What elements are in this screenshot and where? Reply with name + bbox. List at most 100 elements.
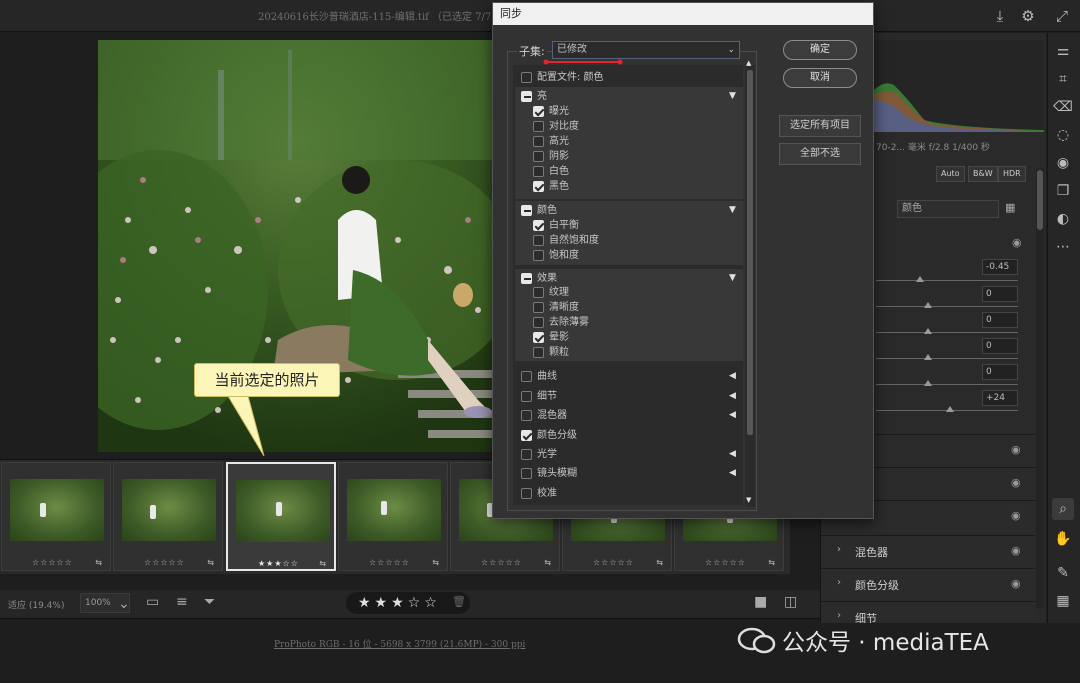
gear-icon[interactable]: ⚙ — [1018, 6, 1038, 26]
contrast-slider[interactable] — [876, 300, 1018, 312]
scroll-down-icon[interactable]: ▼ — [746, 496, 751, 504]
color-sampler-icon[interactable]: ✎ — [1052, 562, 1074, 584]
panel-scrollbar-thumb[interactable] — [1037, 170, 1043, 230]
profile-row[interactable]: 配置文件: 颜色 — [521, 70, 721, 85]
eye-icon[interactable]: ◉ — [1011, 509, 1021, 522]
calibration-checkbox[interactable] — [521, 488, 532, 499]
select-none-button[interactable]: 全部不选 — [779, 143, 861, 165]
blacks-slider[interactable] — [876, 404, 1018, 416]
masking-icon[interactable]: ◌ — [1052, 124, 1074, 146]
red-eye-icon[interactable]: ◉ — [1052, 152, 1074, 174]
download-icon[interactable]: ⤓ — [990, 6, 1010, 26]
filter-icon[interactable]: ⏷ — [204, 594, 215, 610]
filmstrip-thumb[interactable]: ☆☆☆☆☆ ⇆ — [113, 462, 223, 571]
optics-checkbox[interactable] — [521, 449, 532, 460]
eye-icon[interactable]: ◉ — [1011, 476, 1021, 489]
detail-checkbox[interactable] — [521, 391, 532, 402]
vibrance-checkbox[interactable] — [533, 235, 544, 246]
delete-icon[interactable]: 🗑 — [452, 595, 466, 608]
bw-button[interactable]: B&W — [968, 166, 998, 182]
cancel-button[interactable]: 取消 — [783, 68, 857, 88]
eye-icon[interactable]: ◉ — [1012, 236, 1022, 249]
panel-scrollbar[interactable] — [1036, 168, 1044, 608]
expand-triangle-icon[interactable]: ◀ — [729, 410, 736, 420]
effects-group-checkbox[interactable] — [521, 273, 532, 284]
exposure-value[interactable]: -0.45 — [982, 259, 1018, 275]
color-group-checkbox[interactable] — [521, 205, 532, 216]
vignette-checkbox[interactable] — [533, 332, 544, 343]
collapse-triangle-icon[interactable]: ▼ — [729, 273, 736, 283]
mixer-checkbox[interactable] — [521, 410, 532, 421]
shadows-slider[interactable] — [876, 352, 1018, 364]
thumb-rating[interactable]: ☆☆☆☆☆ — [481, 558, 522, 567]
sort-icon[interactable]: ≡ — [176, 594, 188, 610]
eye-icon[interactable]: ◉ — [1011, 577, 1021, 590]
thumb-rating[interactable]: ☆☆☆☆☆ — [705, 558, 746, 567]
detail-section[interactable]: › 细节 — [821, 601, 1035, 623]
thumb-rating[interactable]: ★★★☆☆ — [258, 559, 299, 568]
expand-icon[interactable]: ⤢ — [1052, 6, 1072, 26]
collapse-triangle-icon[interactable]: ▼ — [729, 91, 736, 101]
whites-slider[interactable] — [876, 378, 1018, 390]
eye-icon[interactable]: ◉ — [1011, 544, 1021, 557]
exposure-checkbox[interactable] — [533, 106, 544, 117]
blacks-checkbox[interactable] — [533, 181, 544, 192]
sliders-icon[interactable]: ⚌ — [1052, 40, 1074, 62]
thumb-rating[interactable]: ☆☆☆☆☆ — [32, 558, 73, 567]
whites-checkbox[interactable] — [533, 166, 544, 177]
highlights-slider[interactable] — [876, 326, 1018, 338]
filmstrip-thumb-selected[interactable]: ★★★☆☆ ⇆ — [226, 462, 336, 571]
thumb-rating[interactable]: ☆☆☆☆☆ — [144, 558, 185, 567]
color-grading-section[interactable]: › 颜色分级 ◉ — [821, 568, 1035, 600]
grain-checkbox[interactable] — [533, 347, 544, 358]
workflow-options-link[interactable]: ProPhoto RGB - 16 位 - 5698 x 3799 (21.6M… — [274, 637, 525, 650]
collapse-triangle-icon[interactable]: ▼ — [729, 205, 736, 215]
square-icon[interactable]: ■ — [754, 594, 767, 610]
list-scrollbar-thumb[interactable] — [747, 70, 753, 435]
lens-blur-checkbox[interactable] — [521, 468, 532, 479]
expand-triangle-icon[interactable]: ◀ — [729, 371, 736, 381]
eye-icon[interactable]: ◉ — [1011, 443, 1021, 456]
presets-icon[interactable]: ❐ — [1052, 180, 1074, 202]
auto-button[interactable]: Auto — [936, 166, 965, 182]
profile-browser-icon[interactable]: ▦ — [1005, 201, 1015, 214]
eraser-icon[interactable]: ⌫ — [1052, 96, 1074, 118]
exposure-slider[interactable] — [876, 274, 1018, 286]
grid-icon[interactable]: ▦ — [1052, 590, 1074, 612]
curves-checkbox[interactable] — [521, 371, 532, 382]
filmstrip-view-icon[interactable]: ▭ — [146, 594, 159, 610]
filmstrip-thumb[interactable]: ☆☆☆☆☆ ⇆ — [1, 462, 111, 571]
dehaze-checkbox[interactable] — [533, 317, 544, 328]
chevron-down-icon[interactable]: ⌄ — [118, 596, 130, 612]
filmstrip-thumb[interactable]: ☆☆☆☆☆ ⇆ — [338, 462, 448, 571]
saturation-checkbox[interactable] — [533, 250, 544, 261]
before-after-icon[interactable]: ◫ — [784, 594, 797, 610]
contrast-checkbox[interactable] — [533, 121, 544, 132]
thumb-rating[interactable]: ☆☆☆☆☆ — [593, 558, 634, 567]
texture-checkbox[interactable] — [533, 287, 544, 298]
thumb-rating[interactable]: ☆☆☆☆☆ — [369, 558, 410, 567]
expand-triangle-icon[interactable]: ◀ — [729, 391, 736, 401]
color-grading-checkbox[interactable] — [521, 430, 532, 441]
zoom-fit-label[interactable]: 适应 (19.4%) — [8, 598, 64, 611]
crop-icon[interactable]: ⌗ — [1052, 68, 1074, 90]
shadows-checkbox[interactable] — [533, 151, 544, 162]
light-group-checkbox[interactable] — [521, 91, 532, 102]
expand-triangle-icon[interactable]: ◀ — [729, 468, 736, 478]
hand-icon[interactable]: ✋ — [1052, 528, 1074, 550]
select-all-button[interactable]: 选定所有项目 — [779, 115, 861, 137]
hdr-button[interactable]: HDR — [998, 166, 1026, 182]
zoom-icon[interactable]: ⌕ — [1052, 498, 1074, 520]
clarity-checkbox[interactable] — [533, 302, 544, 313]
highlights-checkbox[interactable] — [533, 136, 544, 147]
profile-checkbox[interactable] — [521, 72, 532, 83]
subset-select[interactable]: 已修改 ⌄ — [552, 41, 740, 59]
more-icon[interactable]: ⋯ — [1052, 236, 1074, 258]
mixer-section[interactable]: › 混色器 ◉ — [821, 535, 1035, 567]
profile-select[interactable]: 颜色 — [897, 200, 999, 218]
ok-button[interactable]: 确定 — [783, 40, 857, 60]
expand-triangle-icon[interactable]: ◀ — [729, 449, 736, 459]
white-balance-checkbox[interactable] — [533, 220, 544, 231]
snapshots-icon[interactable]: ◐ — [1052, 208, 1074, 230]
scroll-up-icon[interactable]: ▲ — [746, 59, 751, 67]
